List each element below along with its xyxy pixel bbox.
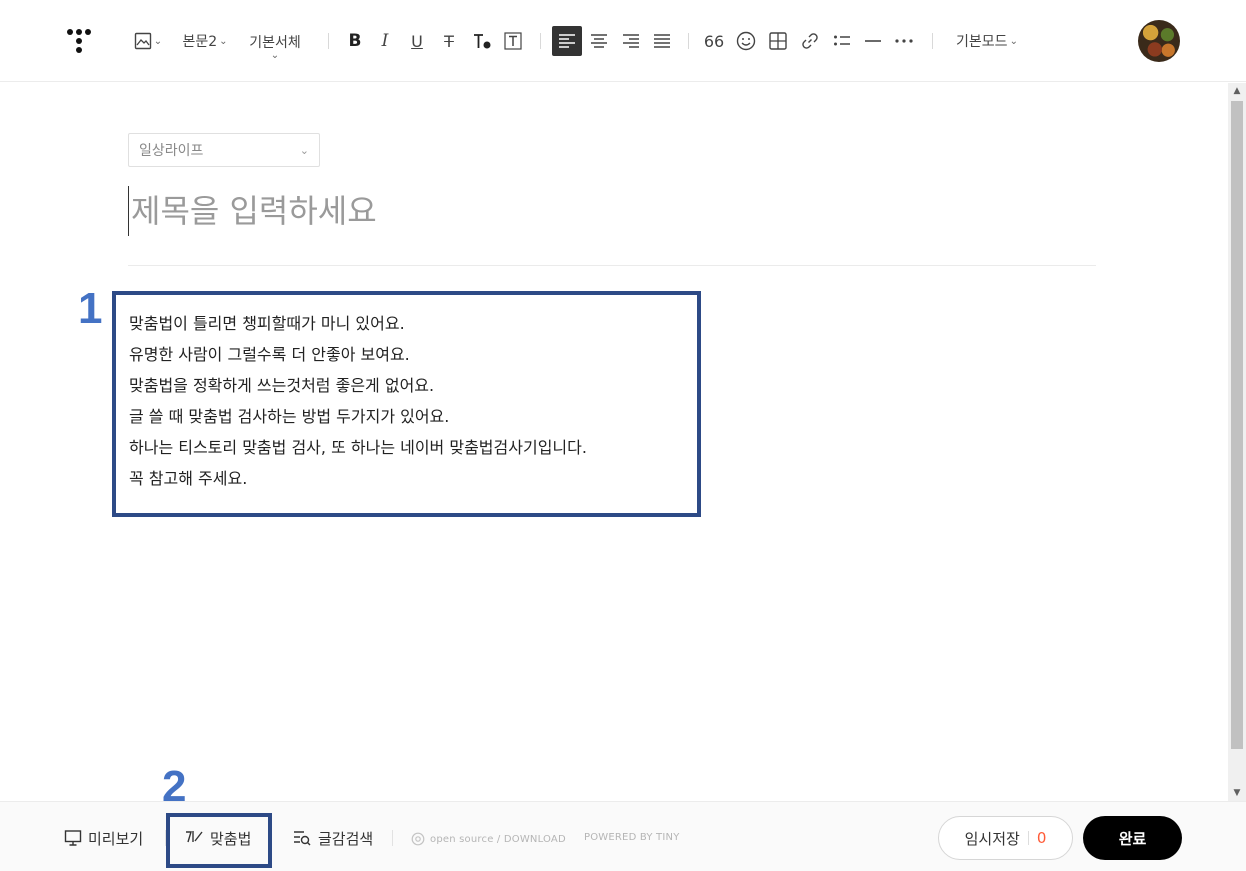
underline-button[interactable]: U [406, 28, 428, 54]
avatar[interactable] [1138, 20, 1180, 62]
horizontal-rule-button[interactable] [861, 28, 885, 54]
chevron-down-icon: ⌄ [270, 50, 280, 61]
smiley-icon [736, 31, 756, 51]
align-justify-icon [654, 34, 670, 48]
editor-toolbar: ⌄ 본문2 ⌄ 기본서체 ⌄ B I U T 66 기본모드 ⌄ [0, 0, 1246, 82]
bullet-list-button[interactable] [830, 28, 854, 54]
category-select[interactable]: 일상라이프 ⌄ [128, 133, 320, 167]
done-label: 완료 [1118, 829, 1147, 848]
italic-icon: I [381, 31, 389, 51]
chevron-down-icon: ⌄ [1009, 35, 1018, 47]
temp-save-count: 0 [1027, 831, 1046, 846]
toolbar-divider [932, 33, 933, 49]
content-search-button[interactable]: 글감검색 [292, 826, 373, 850]
powered-by-tiny-label: POWERED BY TINY [584, 832, 680, 843]
underline-icon: U [411, 31, 423, 51]
insert-table-button[interactable] [766, 28, 790, 54]
italic-button[interactable]: I [374, 28, 396, 54]
bold-icon: B [348, 31, 362, 51]
tistory-logo-icon[interactable] [64, 26, 94, 56]
open-source-label: open source / DOWNLOAD [430, 833, 566, 845]
insert-link-button[interactable] [798, 28, 822, 54]
align-justify-button[interactable] [651, 28, 673, 54]
strikethrough-icon: T [444, 31, 454, 51]
chevron-down-icon: ⌄ [299, 143, 309, 157]
more-dots-icon [895, 39, 913, 43]
align-right-button[interactable] [620, 28, 642, 54]
body-line: 유명한 사람이 그럴수록 더 안좋아 보여요. [129, 345, 410, 364]
paragraph-style-value: 본문2 [182, 34, 218, 50]
align-right-icon [623, 34, 639, 48]
post-title-input[interactable] [128, 186, 1096, 236]
quote-icon: 66 [703, 31, 725, 51]
annotation-box-2 [166, 813, 272, 868]
image-icon [134, 32, 151, 50]
align-left-icon [559, 34, 575, 48]
bold-button[interactable]: B [344, 28, 366, 54]
table-icon [769, 32, 787, 50]
scroll-down-arrow-icon[interactable]: ▼ [1228, 785, 1246, 801]
text-color-button[interactable] [470, 28, 494, 54]
paragraph-style-select[interactable]: 본문2 ⌄ [180, 28, 230, 54]
toolbar-divider [688, 33, 689, 49]
annotation-number-1: 1 [78, 284, 103, 333]
bottom-divider [392, 830, 393, 846]
bottom-bar: 미리보기 맞춤법 글감검색 open source / DOWNLOAD POW… [0, 801, 1246, 871]
toolbar-divider [328, 33, 329, 49]
link-icon [802, 33, 818, 49]
more-options-button[interactable] [892, 28, 916, 54]
emoticon-button[interactable] [734, 28, 758, 54]
bullet-list-icon [834, 35, 850, 46]
text-background-button[interactable] [502, 28, 524, 54]
font-family-select[interactable]: 기본서체 ⌄ [244, 30, 306, 62]
category-value: 일상라이프 [139, 143, 204, 159]
body-line: 맞춤법이 틀리면 챙피할때가 마니 있어요. [129, 314, 405, 333]
content-search-icon [294, 831, 311, 846]
body-line: 글 쓸 때 맞춤법 검사하는 방법 두가지가 있어요. [129, 407, 450, 426]
scrollbar-thumb[interactable] [1231, 101, 1243, 749]
text-background-icon [504, 32, 522, 50]
vertical-scrollbar[interactable]: ▲ ▼ [1228, 83, 1246, 801]
quote-button[interactable]: 66 [702, 28, 726, 54]
strikethrough-button[interactable]: T [438, 28, 460, 54]
font-family-value: 기본서체 [249, 35, 301, 51]
post-body-editor[interactable]: 맞춤법이 틀리면 챙피할때가 마니 있어요. 유명한 사람이 그럴수록 더 안좋… [129, 308, 587, 494]
align-center-button[interactable] [588, 28, 610, 54]
align-left-button[interactable] [552, 26, 582, 56]
preview-button[interactable]: 미리보기 [64, 826, 143, 850]
body-line: 하나는 티스토리 맞춤법 검사, 또 하나는 네이버 맞춤법검사기입니다. [129, 438, 587, 457]
title-divider [128, 265, 1096, 266]
open-source-icon [411, 832, 425, 846]
editor-mode-select[interactable]: 기본모드 ⌄ [950, 28, 1024, 54]
toolbar-divider [540, 33, 541, 49]
temp-save-label: 임시저장 [964, 829, 1020, 848]
monitor-icon [64, 830, 82, 846]
body-line: 맞춤법을 정확하게 쓰는것처럼 좋은게 없어요. [129, 376, 435, 395]
chevron-down-icon: ⌄ [153, 35, 163, 47]
open-source-link[interactable]: open source / DOWNLOAD [411, 832, 566, 846]
temp-save-button[interactable]: 임시저장 0 [938, 816, 1073, 860]
preview-label: 미리보기 [88, 829, 144, 848]
done-button[interactable]: 완료 [1083, 816, 1182, 860]
chevron-down-icon: ⌄ [219, 35, 228, 47]
editor-mode-value: 기본모드 [956, 34, 1008, 50]
horizontal-line-icon [865, 40, 881, 42]
text-color-icon [474, 34, 491, 49]
insert-image-button[interactable]: ⌄ [132, 28, 164, 54]
content-search-label: 글감검색 [318, 829, 374, 848]
body-line: 꼭 참고해 주세요. [129, 469, 248, 488]
align-center-icon [591, 34, 607, 48]
scroll-up-arrow-icon[interactable]: ▲ [1228, 83, 1246, 99]
